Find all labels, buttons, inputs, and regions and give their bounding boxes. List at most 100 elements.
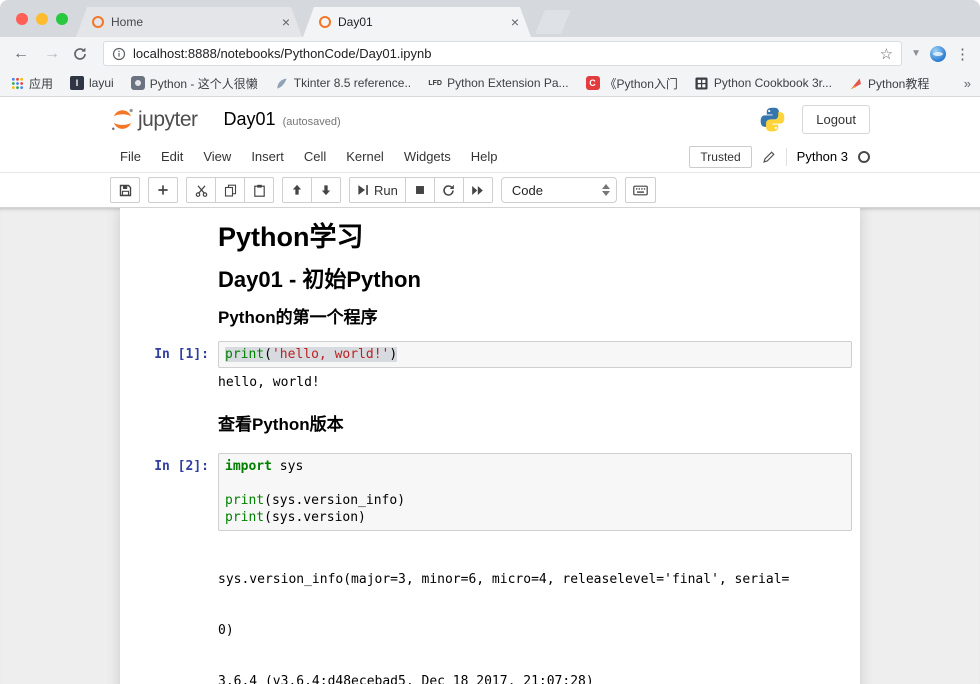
fast-forward-icon — [471, 184, 484, 197]
code-token-builtin: print — [225, 510, 264, 525]
bookmark-layui[interactable]: l layui — [70, 76, 114, 90]
copy-icon — [224, 184, 237, 197]
code-input-area[interactable]: print('hello, world!') — [218, 341, 852, 368]
markdown-cell-h1[interactable]: Python学习 — [120, 222, 852, 253]
reload-icon — [72, 46, 88, 62]
output-line: 0) — [218, 622, 852, 639]
url-field[interactable]: localhost:8888/notebooks/PythonCode/Day0… — [103, 41, 902, 66]
zoom-window-button[interactable] — [56, 13, 68, 25]
paste-cell-button[interactable] — [244, 177, 274, 203]
output-cell-1: hello, world! — [120, 368, 852, 397]
downloads-dropdown-icon[interactable]: ▼ — [911, 48, 921, 59]
notebook-page: Python学习 Day01 - 初始Python Python的第一个程序 I… — [120, 208, 860, 684]
rocket-icon — [849, 76, 863, 90]
cut-cell-button[interactable] — [186, 177, 216, 203]
trusted-button[interactable]: Trusted — [689, 146, 751, 168]
kernel-name: Python 3 — [797, 149, 848, 164]
traffic-lights — [16, 13, 68, 25]
output-line: sys.version_info(major=3, minor=6, micro… — [218, 571, 852, 588]
prompt-spacer — [120, 267, 218, 292]
code-token: (sys.version_info) — [264, 493, 405, 508]
url-text[interactable]: localhost:8888/notebooks/PythonCode/Day0… — [133, 46, 873, 61]
input-prompt: In [2]: — [120, 453, 218, 531]
run-cell-button[interactable]: Run — [349, 177, 406, 203]
restart-kernel-button[interactable] — [434, 177, 464, 203]
tab-day01[interactable]: Day01 × — [303, 7, 531, 37]
reload-button[interactable] — [72, 46, 94, 62]
menu-edit[interactable]: Edit — [151, 143, 193, 170]
menu-view[interactable]: View — [193, 143, 241, 170]
menu-file[interactable]: File — [110, 143, 151, 170]
restart-run-all-button[interactable] — [463, 177, 493, 203]
bookmark-csdn-python[interactable]: C 《Python入门 — [586, 75, 678, 92]
feather-icon — [275, 76, 289, 90]
move-cell-down-button[interactable] — [311, 177, 341, 203]
input-prompt: In [1]: — [120, 341, 218, 368]
menubar-right: Trusted Python 3 — [689, 146, 870, 168]
menu-widgets[interactable]: Widgets — [394, 143, 461, 170]
code-token: ( — [264, 347, 272, 362]
jupyter-planet-icon — [110, 107, 135, 132]
jupyter-menubar: File Edit View Insert Cell Kernel Widget… — [0, 141, 980, 173]
output-line: 3.6.4 (v3.6.4:d48ecebad5, Dec 18 2017, 2… — [218, 673, 852, 684]
bookmark-label: 应用 — [29, 75, 53, 92]
select-arrows-icon — [602, 184, 610, 196]
move-cell-up-button[interactable] — [282, 177, 312, 203]
markdown-cell-h3a[interactable]: Python的第一个程序 — [120, 308, 852, 328]
extension-globe-icon[interactable] — [930, 46, 946, 62]
tab-close-icon[interactable]: × — [511, 15, 519, 29]
bookmark-python-blog[interactable]: Python - 这个人很懒 — [131, 75, 258, 92]
save-button[interactable] — [110, 177, 140, 203]
jupyter-favicon-icon — [92, 16, 104, 28]
menu-cell[interactable]: Cell — [294, 143, 336, 170]
prompt-spacer — [120, 415, 218, 435]
notebook-scroll-area[interactable]: Python学习 Day01 - 初始Python Python的第一个程序 I… — [0, 208, 980, 684]
jupyter-logo[interactable]: jupyter — [110, 107, 198, 132]
bookmark-label: 《Python入门 — [605, 75, 678, 92]
minimize-window-button[interactable] — [36, 13, 48, 25]
bookmarks-bar: 应用 l layui Python - 这个人很懒 Tkinter 8.5 re… — [0, 70, 980, 97]
cell-type-select[interactable]: Code — [501, 177, 617, 203]
copy-cell-button[interactable] — [215, 177, 245, 203]
bookmark-apps[interactable]: 应用 — [10, 75, 53, 92]
output-text: hello, world! — [218, 368, 852, 397]
bookmark-tkinter[interactable]: Tkinter 8.5 reference.. — [275, 76, 411, 90]
markdown-cell-h2[interactable]: Day01 - 初始Python — [120, 267, 852, 292]
run-label: Run — [374, 183, 398, 198]
page-info-icon[interactable] — [112, 47, 126, 61]
notebook-title[interactable]: Day01 — [224, 109, 276, 130]
code-input-area[interactable]: import sys print(sys.version_info) print… — [218, 453, 852, 531]
interrupt-kernel-button[interactable] — [405, 177, 435, 203]
code-cell-1[interactable]: In [1]: print('hello, world!') — [120, 341, 852, 368]
book-grid-icon — [695, 76, 709, 90]
add-cell-button[interactable] — [148, 177, 178, 203]
menu-help[interactable]: Help — [461, 143, 508, 170]
new-tab-button[interactable] — [535, 10, 571, 34]
command-palette-button[interactable] — [625, 177, 656, 203]
header-right: Logout — [759, 105, 870, 134]
tab-close-icon[interactable]: × — [282, 15, 290, 29]
paste-icon — [253, 184, 266, 197]
prompt-spacer — [120, 222, 218, 253]
menu-insert[interactable]: Insert — [241, 143, 294, 170]
tab-label: Day01 — [338, 15, 504, 29]
bookmark-label: layui — [89, 76, 114, 90]
markdown-cell-h3b[interactable]: 查看Python版本 — [120, 415, 852, 435]
bookmark-cookbook[interactable]: Python Cookbook 3r... — [695, 76, 832, 90]
back-button[interactable]: ← — [10, 45, 32, 63]
browser-menu-icon[interactable]: ⋮ — [955, 45, 970, 63]
csdn-icon: C — [586, 76, 600, 90]
bookmark-python-tutorial[interactable]: Python教程 — [849, 75, 929, 92]
address-bar: ← → localhost:8888/notebooks/PythonCode/… — [0, 37, 980, 70]
code-cell-2[interactable]: In [2]: import sys print(sys.version_inf… — [120, 453, 852, 531]
divider — [786, 148, 787, 166]
bookmarks-overflow-icon[interactable]: » — [964, 76, 971, 91]
bookmark-star-icon[interactable]: ☆ — [880, 45, 893, 63]
close-window-button[interactable] — [16, 13, 28, 25]
logout-button[interactable]: Logout — [802, 105, 870, 134]
bookmark-python-extension[interactable]: LFD Python Extension Pa... — [428, 76, 568, 90]
cell-type-value: Code — [512, 183, 543, 198]
tab-home[interactable]: Home × — [76, 7, 302, 37]
forward-button[interactable]: → — [41, 45, 63, 63]
menu-kernel[interactable]: Kernel — [336, 143, 394, 170]
